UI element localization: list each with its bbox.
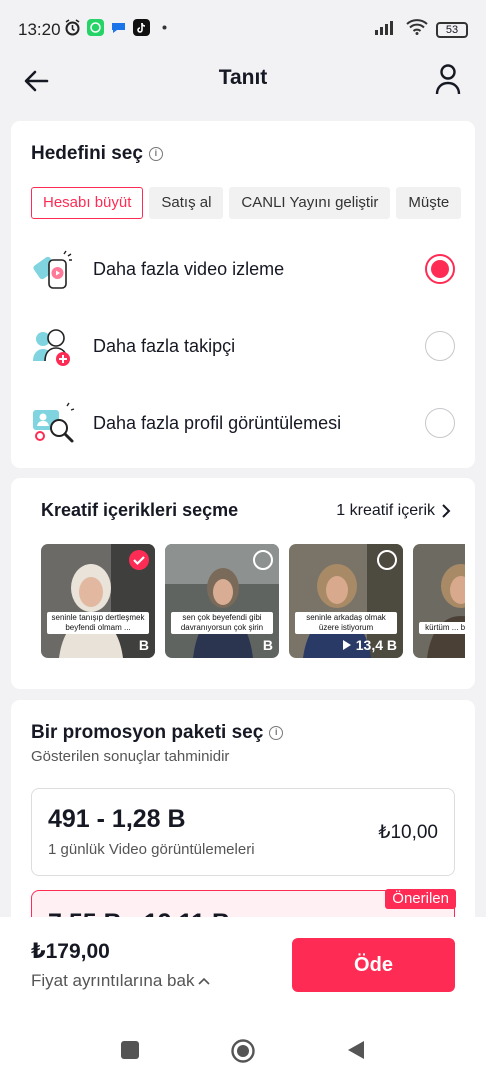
- price-details-label: Fiyat ayrıntılarına bak: [31, 971, 195, 990]
- chip-musteri[interactable]: Müşte: [396, 187, 462, 219]
- alarm-icon: [64, 19, 81, 36]
- play-icon: [342, 640, 351, 650]
- chip-hesabi-buyut[interactable]: Hesabı büyüt: [31, 187, 144, 219]
- thumbnail-views: 13,4 B: [341, 637, 397, 653]
- unselected-check-icon[interactable]: [253, 550, 273, 570]
- status-time: 13:20: [18, 20, 61, 39]
- wifi-icon: [406, 19, 428, 40]
- package-option[interactable]: 491 - 1,28 B 1 günlük Video görüntülemel…: [31, 788, 455, 876]
- chip-satis-al[interactable]: Satış al: [149, 187, 224, 219]
- app-header: Tanıt: [0, 58, 486, 114]
- creative-thumbnail[interactable]: seninle arkadaş olmak üzere istiyorum 13…: [289, 544, 403, 658]
- chevron-up-icon: [198, 977, 211, 985]
- creative-thumbnails: seninle tanışıp dertleşmek beyfendi olma…: [41, 544, 465, 659]
- radio-selected[interactable]: [425, 254, 455, 284]
- status-bar: 13:20 53: [0, 0, 486, 58]
- goal-option-label: Daha fazla video izleme: [93, 258, 285, 279]
- followers-icon: [31, 323, 77, 369]
- dot-icon: [156, 19, 173, 36]
- goal-option-label: Daha fazla profil görüntülemesi: [93, 412, 342, 433]
- creative-card: Kreatif içerikleri seçme 1 kreatif içeri…: [11, 478, 475, 689]
- system-nav-bar: [0, 1032, 486, 1072]
- video-thumbnail-image: [413, 544, 465, 658]
- package-subtitle: Gösterilen sonuçlar tahminidir: [31, 748, 230, 765]
- whatsapp-icon: [87, 19, 104, 36]
- unselected-check-icon[interactable]: [377, 550, 397, 570]
- goal-chips: Hesabı büyüt Satış al CANLI Yayını gelişti…: [31, 187, 475, 219]
- creative-count-label: 1 kreatif içerik: [336, 501, 435, 519]
- goal-option-followers[interactable]: Daha fazla takipçi: [31, 318, 455, 374]
- package-title: Bir promosyon paketi seç: [31, 722, 264, 743]
- home-icon[interactable]: [230, 1038, 255, 1063]
- checkout-bar: ₺179,00 Fiyat ayrıntılarına bak Öde: [0, 917, 486, 1080]
- thumbnail-caption: kürtüm ... beğen: [419, 622, 465, 634]
- message-icon: [110, 19, 127, 36]
- creative-thumbnail[interactable]: sen çok beyefendi gibi davranıyorsun çok…: [165, 544, 279, 658]
- profile-views-icon: [31, 400, 77, 446]
- creative-thumbnail[interactable]: seninle tanışıp dertleşmek beyfendi olma…: [41, 544, 155, 658]
- radio-unselected[interactable]: [425, 331, 455, 361]
- package-card: Bir promosyon paketi seç i Gösterilen son…: [11, 700, 475, 930]
- chevron-right-icon: [442, 503, 451, 518]
- goal-option-profile-views[interactable]: Daha fazla profil görüntülemesi: [31, 395, 455, 451]
- back-nav-icon[interactable]: [344, 1038, 368, 1062]
- person-icon[interactable]: [432, 62, 464, 96]
- thumbnail-caption: seninle tanışıp dertleşmek beyfendi olma…: [47, 612, 149, 634]
- goal-option-video-views[interactable]: Daha fazla video izleme: [31, 241, 455, 297]
- selected-check-icon[interactable]: [129, 550, 149, 570]
- recent-apps-icon[interactable]: [118, 1038, 142, 1062]
- package-range: 491 - 1,28 B: [48, 805, 186, 833]
- package-description: 1 günlük Video görüntülemeleri: [48, 841, 255, 858]
- thumbnail-caption: seninle arkadaş olmak üzere istiyorum: [295, 612, 397, 634]
- goal-option-label: Daha fazla takipçi: [93, 335, 236, 356]
- pay-button[interactable]: Öde: [292, 938, 455, 992]
- info-icon[interactable]: i: [148, 146, 163, 161]
- total-price: ₺179,00: [31, 940, 110, 963]
- signal-icon: [374, 19, 398, 40]
- tiktok-icon: [133, 19, 150, 36]
- price-details-link[interactable]: Fiyat ayrıntılarına bak: [31, 971, 211, 991]
- thumbnail-views: B: [262, 637, 273, 653]
- chip-canli-yayin[interactable]: CANLI Yayını geliştir: [229, 187, 391, 219]
- creative-thumbnail[interactable]: kürtüm ... beğen: [413, 544, 465, 658]
- battery-icon: 53: [436, 21, 468, 38]
- info-icon[interactable]: i: [269, 725, 284, 740]
- radio-unselected[interactable]: [425, 408, 455, 438]
- goal-card: Hedefini seç i Hesabı büyüt Satış al CANLI …: [11, 121, 475, 468]
- thumbnail-caption: sen çok beyefendi gibi davranıyorsun çok…: [171, 612, 273, 634]
- thumbnail-views: B: [138, 637, 149, 653]
- creative-count-link[interactable]: 1 kreatif içerik: [336, 502, 451, 520]
- goal-title: Hedefini seç: [31, 143, 143, 164]
- recommended-badge: Önerilen: [385, 889, 456, 909]
- page-title: Tanıt: [218, 66, 268, 89]
- package-price: ₺10,00: [378, 822, 438, 843]
- creative-title: Kreatif içerikleri seçme: [41, 500, 239, 520]
- video-views-icon: [31, 246, 77, 292]
